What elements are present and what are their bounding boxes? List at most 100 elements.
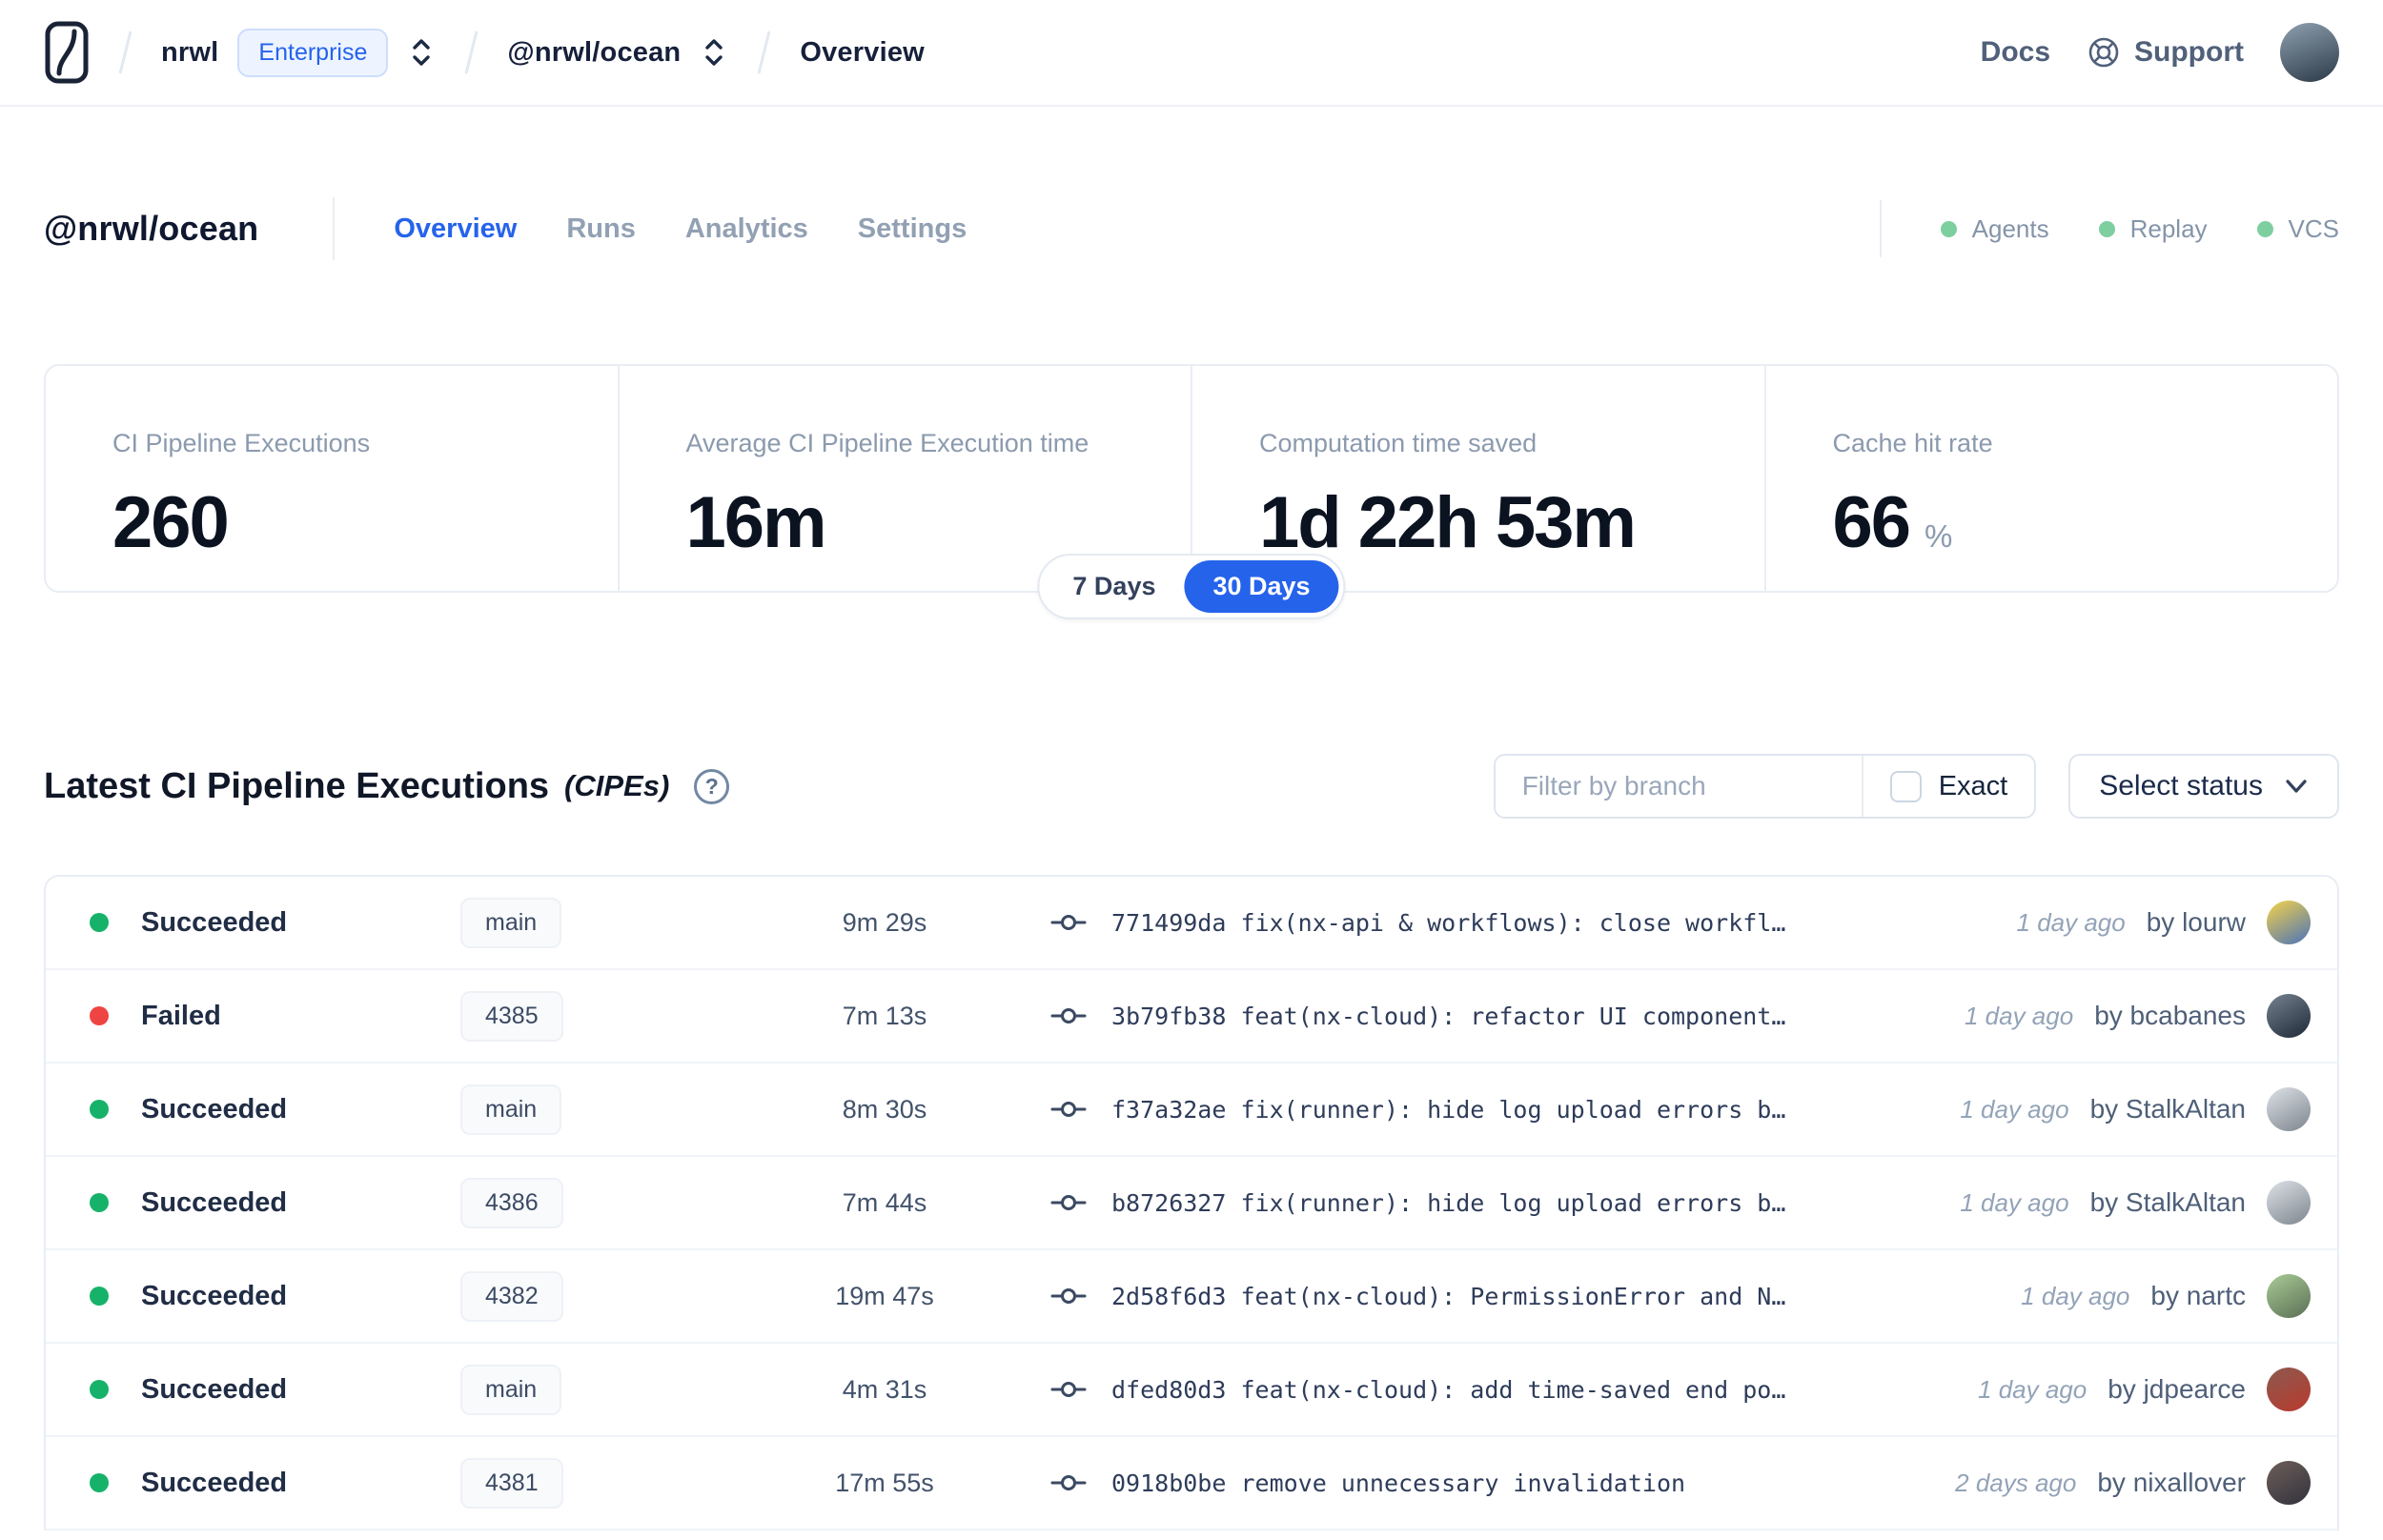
author-avatar[interactable]	[2267, 901, 2311, 944]
tab-analytics[interactable]: Analytics	[685, 213, 808, 245]
cipe-branch-cell: main	[460, 1364, 770, 1415]
workspace-name: @nrwl/ocean	[507, 36, 682, 68]
cipe-row[interactable]: Succeeded main 4m 31s dfed80d3 feat(nx-c…	[46, 1344, 2337, 1437]
branch-badge[interactable]: 4385	[460, 990, 563, 1042]
author-avatar[interactable]	[2267, 994, 2311, 1038]
stat-label: Cache hit rate	[1832, 429, 1993, 457]
cipe-status-cell: Succeeded	[46, 1281, 460, 1312]
divider	[333, 197, 336, 260]
status-label: Succeeded	[141, 1093, 288, 1125]
author: by jdpearce	[2108, 1374, 2246, 1404]
author-avatar[interactable]	[2267, 1087, 2311, 1131]
git-commit-icon	[1050, 1091, 1087, 1127]
commit-message[interactable]: 0918b0be remove unnecessary invalidation	[1111, 1469, 1685, 1497]
author-avatar[interactable]	[2267, 1368, 2311, 1411]
org-name: nrwl	[161, 36, 219, 68]
branch-badge[interactable]: 4386	[460, 1177, 563, 1228]
tab-overview[interactable]: Overview	[394, 213, 517, 245]
range-7-days[interactable]: 7 Days	[1044, 560, 1184, 613]
cipe-row[interactable]: Succeeded main 9m 29s 771499da fix(nx-ap…	[46, 877, 2337, 970]
branch-badge[interactable]: main	[460, 1084, 562, 1135]
cipe-row[interactable]: Succeeded 4381 17m 55s 0918b0be remove u…	[46, 1437, 2337, 1530]
tab-settings[interactable]: Settings	[858, 213, 967, 245]
percent-suffix: %	[1925, 518, 1953, 554]
status-label: Succeeded	[141, 1373, 288, 1405]
cipe-row[interactable]: Succeeded 4382 19m 47s 2d58f6d3 feat(nx-…	[46, 1250, 2337, 1344]
time-ago: 1 day ago	[1964, 1001, 2074, 1030]
author: by nixallover	[2097, 1468, 2246, 1497]
author-avatar[interactable]	[2267, 1461, 2311, 1505]
commit-message[interactable]: dfed80d3 feat(nx-cloud): add time-saved …	[1111, 1376, 1785, 1404]
cipe-branch-cell: 4382	[460, 1270, 770, 1322]
cipe-commit-cell[interactable]: 0918b0be remove unnecessary invalidation	[1050, 1465, 1917, 1501]
org-chevron-updown-icon[interactable]	[407, 35, 436, 70]
cipe-status-cell: Succeeded	[46, 1374, 460, 1406]
support-link[interactable]: Support	[2087, 35, 2244, 70]
author: by StalkAltan	[2089, 1094, 2246, 1124]
branch-badge[interactable]: main	[460, 897, 562, 948]
cipe-row[interactable]: Succeeded main 8m 30s f37a32ae fix(runne…	[46, 1064, 2337, 1157]
git-commit-icon	[1050, 1278, 1087, 1314]
cipe-status-cell: Failed	[46, 1001, 460, 1032]
workspace-chevron-updown-icon[interactable]	[700, 35, 728, 70]
time-ago: 1 day ago	[2016, 907, 2126, 937]
exact-checkbox[interactable]	[1889, 770, 1922, 802]
commit-message[interactable]: 771499da fix(nx-api & workflows): close …	[1111, 909, 1785, 937]
user-avatar[interactable]	[2280, 23, 2339, 82]
author: by nartc	[2150, 1281, 2246, 1310]
help-icon[interactable]: ?	[694, 768, 730, 804]
cipe-status-cell: Succeeded	[46, 907, 460, 939]
status-dot	[90, 1006, 109, 1025]
author-avatar[interactable]	[2267, 1181, 2311, 1225]
breadcrumb: nrwl Enterprise @nrwl/ocean Overview	[44, 19, 925, 86]
breadcrumb-separator	[757, 30, 771, 74]
top-bar-right: Docs Support	[1981, 23, 2339, 82]
workspace-header: @nrwl/ocean Overview Runs Analytics Sett…	[0, 194, 2383, 263]
divider	[1879, 200, 1882, 257]
cipe-row[interactable]: Failed 4385 7m 13s 3b79fb38 feat(nx-clou…	[46, 970, 2337, 1064]
commit-message[interactable]: 3b79fb38 feat(nx-cloud): refactor UI com…	[1111, 1003, 1785, 1030]
green-status-dot	[1940, 220, 1957, 237]
cipe-branch-cell: 4385	[460, 990, 770, 1042]
docs-link[interactable]: Docs	[1981, 36, 2050, 69]
branch-filter-input[interactable]	[1495, 756, 1862, 817]
cipe-duration-cell: 4m 31s	[842, 1374, 927, 1404]
commit-message[interactable]: 2d58f6d3 feat(nx-cloud): PermissionError…	[1111, 1283, 1785, 1310]
feature-agents: Agents	[1940, 214, 2049, 244]
status-label: Succeeded	[141, 1280, 288, 1311]
cipe-commit-cell[interactable]: 3b79fb38 feat(nx-cloud): refactor UI com…	[1050, 998, 1926, 1034]
author-avatar[interactable]	[2267, 1274, 2311, 1318]
cipe-commit-cell[interactable]: dfed80d3 feat(nx-cloud): add time-saved …	[1050, 1371, 1940, 1408]
cipe-table: Succeeded main 9m 29s 771499da fix(nx-ap…	[44, 875, 2339, 1530]
cipe-commit-cell[interactable]: 2d58f6d3 feat(nx-cloud): PermissionError…	[1050, 1278, 1983, 1314]
cipe-commit-cell[interactable]: b8726327 fix(runner): hide log upload er…	[1050, 1185, 1922, 1221]
branch-badge[interactable]: 4381	[460, 1457, 563, 1509]
cipe-duration-cell: 19m 47s	[835, 1281, 934, 1310]
feature-vcs: VCS	[2256, 214, 2339, 244]
cipe-section-header: Latest CI Pipeline Executions (CIPEs) ? …	[0, 745, 2383, 827]
commit-message[interactable]: f37a32ae fix(runner): hide log upload er…	[1111, 1096, 1785, 1124]
tab-runs[interactable]: Runs	[566, 213, 636, 245]
nx-cloud-logo-icon[interactable]	[44, 19, 90, 86]
breadcrumb-separator	[464, 30, 479, 74]
page-title: @nrwl/ocean	[44, 209, 259, 248]
stats-cards: CI Pipeline Executions 260 Average CI Pi…	[44, 364, 2339, 619]
cipe-row[interactable]: Succeeded 4386 7m 44s b8726327 fix(runne…	[46, 1157, 2337, 1250]
cipe-commit-cell[interactable]: 771499da fix(nx-api & workflows): close …	[1050, 904, 1979, 941]
git-commit-icon	[1050, 998, 1087, 1034]
workspace-selector[interactable]: @nrwl/ocean	[507, 35, 728, 70]
commit-message[interactable]: b8726327 fix(runner): hide log upload er…	[1111, 1189, 1785, 1217]
cipe-commit-cell[interactable]: f37a32ae fix(runner): hide log upload er…	[1050, 1091, 1922, 1127]
branch-badge[interactable]: 4382	[460, 1270, 563, 1322]
cipe-branch-cell: 4381	[460, 1457, 770, 1509]
author: by lourw	[2146, 907, 2246, 937]
exact-filter[interactable]: Exact	[1861, 756, 2035, 817]
branch-badge[interactable]: main	[460, 1364, 562, 1415]
select-status-label: Select status	[2099, 770, 2263, 801]
cipe-status-cell: Succeeded	[46, 1468, 460, 1499]
org-selector[interactable]: nrwl Enterprise	[161, 28, 436, 77]
range-30-days[interactable]: 30 Days	[1184, 560, 1339, 613]
cipe-meta-cell: 2 days ago by nixallover	[1917, 1461, 2337, 1505]
select-status-dropdown[interactable]: Select status	[2068, 754, 2339, 819]
lifebuoy-icon	[2088, 37, 2119, 68]
